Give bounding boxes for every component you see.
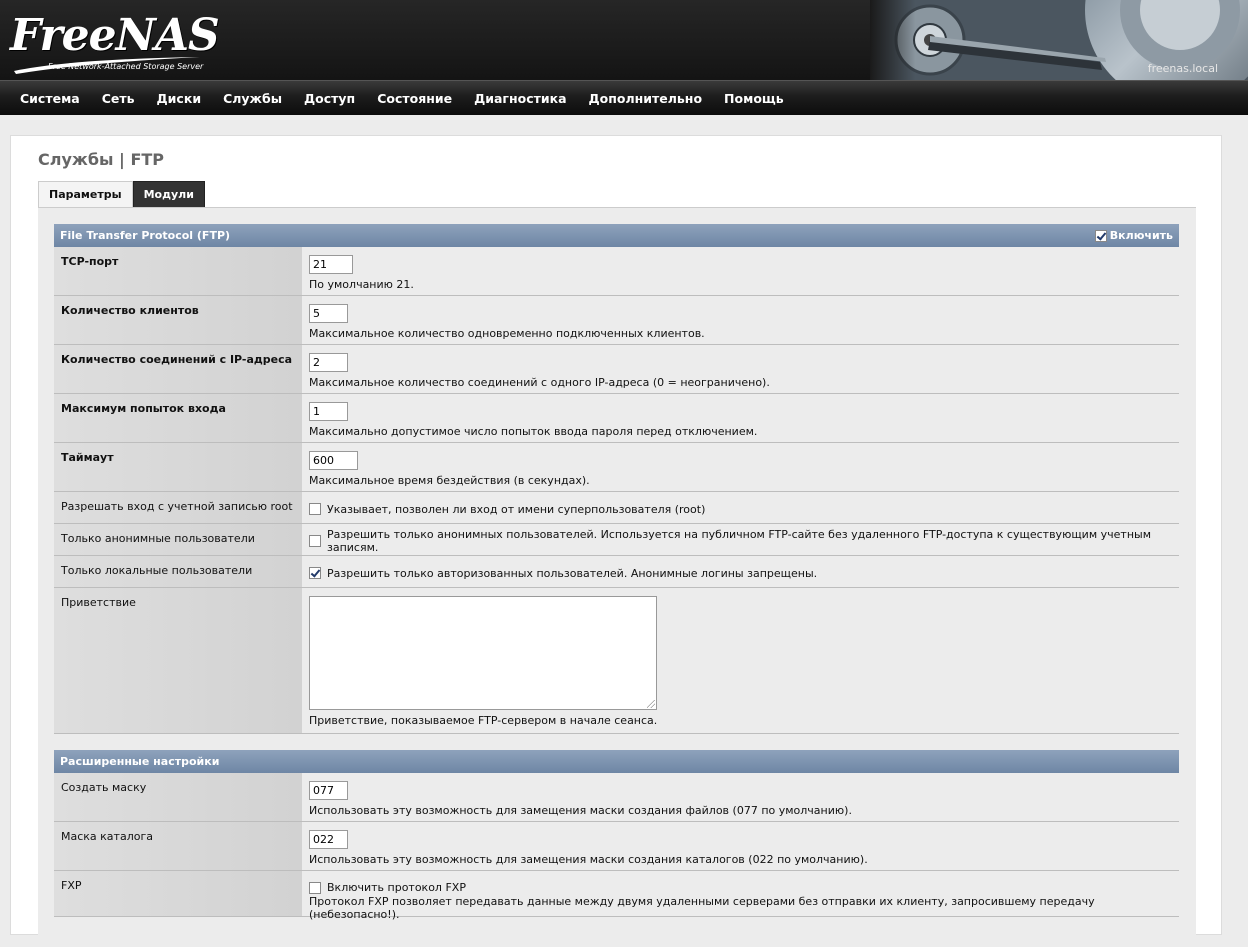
field-label: Таймаут <box>54 443 302 491</box>
field-label: Количество клиентов <box>54 296 302 344</box>
max-login-attempts-input[interactable] <box>309 402 348 421</box>
field-label: Количество соединений с IP-адреса <box>54 345 302 393</box>
main-nav: Система Сеть Диски Службы Доступ Состоян… <box>0 80 1248 115</box>
tab-bar: Параметры Модули <box>38 181 205 207</box>
field-label: Разрешать вход с учетной записью root <box>54 492 302 523</box>
form-row-timeout: Таймаут Максимальное время бездействия (… <box>54 443 1179 492</box>
form-row-anonymous-only: Только анонимные пользователи Разрешить … <box>54 524 1179 556</box>
nav-item-diagnostics[interactable]: Диагностика <box>463 91 577 106</box>
nav-item-advanced[interactable]: Дополнительно <box>578 91 714 106</box>
checkbox-text: Разрешить только авторизованных пользова… <box>327 566 818 580</box>
nav-item-help[interactable]: Помощь <box>713 91 795 106</box>
content-card: Службы | FTP Параметры Модули File Trans… <box>10 135 1222 947</box>
form-row-max-conn-per-ip: Количество соединений с IP-адреса Максим… <box>54 345 1179 394</box>
anonymous-only-checkbox[interactable] <box>309 535 321 547</box>
nav-item-services[interactable]: Службы <box>212 91 293 106</box>
form-row-root-login: Разрешать вход с учетной записью root Ук… <box>54 492 1179 524</box>
file-mask-input[interactable] <box>309 781 348 800</box>
hostname-label: freenas.local <box>1147 62 1218 75</box>
advanced-settings-section: Расширенные настройки Создать маску Испо… <box>54 750 1179 921</box>
checkbox-text: Указывает, позволен ли вход от имени суп… <box>327 502 706 516</box>
root-login-checkbox[interactable] <box>309 503 321 515</box>
tab-panel: File Transfer Protocol (FTP) Включить TC… <box>38 207 1196 947</box>
greeting-textarea[interactable] <box>309 596 657 710</box>
nav-item-access[interactable]: Доступ <box>293 91 366 106</box>
field-hint: Максимальное время бездействия (в секунд… <box>309 474 590 487</box>
section-header-advanced: Расширенные настройки <box>54 750 1179 773</box>
enable-checkbox[interactable] <box>1094 229 1107 242</box>
field-hint: По умолчанию 21. <box>309 278 414 291</box>
tcp-port-input[interactable] <box>309 255 353 274</box>
section-title: Расширенные настройки <box>60 755 220 768</box>
enable-label: Включить <box>1109 229 1173 242</box>
section-header-ftp: File Transfer Protocol (FTP) Включить <box>54 224 1179 247</box>
nav-item-status[interactable]: Состояние <box>366 91 463 106</box>
form-row-tcp-port: TCP-порт По умолчанию 21. <box>54 247 1179 296</box>
form-row-dir-mask: Маска каталога Использовать эту возможно… <box>54 822 1179 871</box>
freenas-logo[interactable]: FreeNAS Free Network-Attached Storage Se… <box>10 8 220 76</box>
field-label: Максимум попыток входа <box>54 394 302 442</box>
field-hint: Использовать эту возможность для замещен… <box>309 804 852 817</box>
form-row-local-only: Только локальные пользователи Разрешить … <box>54 556 1179 588</box>
tab-modules[interactable]: Модули <box>132 181 205 207</box>
field-label: FXP <box>54 871 302 916</box>
field-label: Создать маску <box>54 773 302 821</box>
form-row-max-login-attempts: Максимум попыток входа Максимально допус… <box>54 394 1179 443</box>
field-hint: Максимальное количество одновременно под… <box>309 327 705 340</box>
form-row-file-mask: Создать маску Использовать эту возможнос… <box>54 773 1179 822</box>
field-label: Маска каталога <box>54 822 302 870</box>
field-hint: Протокол FXP позволяет передавать данные… <box>309 895 1095 921</box>
enable-toggle[interactable]: Включить <box>1094 224 1173 247</box>
field-label: Только анонимные пользователи <box>54 524 302 555</box>
logo-subtitle: Free Network-Attached Storage Server <box>48 62 204 71</box>
field-label: TCP-порт <box>54 247 302 295</box>
page-title: Службы | FTP <box>38 150 165 169</box>
resize-handle-icon[interactable] <box>647 700 655 708</box>
field-hint: Приветствие, показываемое FTP-сервером в… <box>309 714 658 727</box>
field-hint: Максимальное количество соединений с одн… <box>309 376 770 389</box>
max-clients-input[interactable] <box>309 304 348 323</box>
section-title: File Transfer Protocol (FTP) <box>60 229 231 242</box>
max-conn-per-ip-input[interactable] <box>309 353 348 372</box>
app-header: FreeNAS Free Network-Attached Storage Se… <box>0 0 1248 80</box>
field-hint: Максимально допустимое число попыток вво… <box>309 425 758 438</box>
checkbox-text: Разрешить только анонимных пользователей… <box>327 528 1151 554</box>
fxp-checkbox[interactable] <box>309 881 321 894</box>
form-row-max-clients: Количество клиентов Максимальное количес… <box>54 296 1179 345</box>
timeout-input[interactable] <box>309 451 358 470</box>
local-only-checkbox[interactable] <box>309 567 321 579</box>
nav-item-disks[interactable]: Диски <box>146 91 213 106</box>
nav-item-network[interactable]: Сеть <box>91 91 146 106</box>
form-row-greeting: Приветствие Приветствие, показываемое FT… <box>54 588 1179 734</box>
nav-item-system[interactable]: Система <box>9 91 91 106</box>
checkbox-text: Включить протокол FXP <box>327 881 466 894</box>
field-label: Только локальные пользователи <box>54 556 302 587</box>
ftp-settings-section: File Transfer Protocol (FTP) Включить TC… <box>54 224 1179 734</box>
field-hint: Использовать эту возможность для замещен… <box>309 853 868 866</box>
form-row-fxp: FXP Включить протокол FXP Протокол FXP п… <box>54 871 1179 921</box>
field-label: Приветствие <box>54 588 302 733</box>
tab-parameters[interactable]: Параметры <box>38 181 133 207</box>
dir-mask-input[interactable] <box>309 830 348 849</box>
